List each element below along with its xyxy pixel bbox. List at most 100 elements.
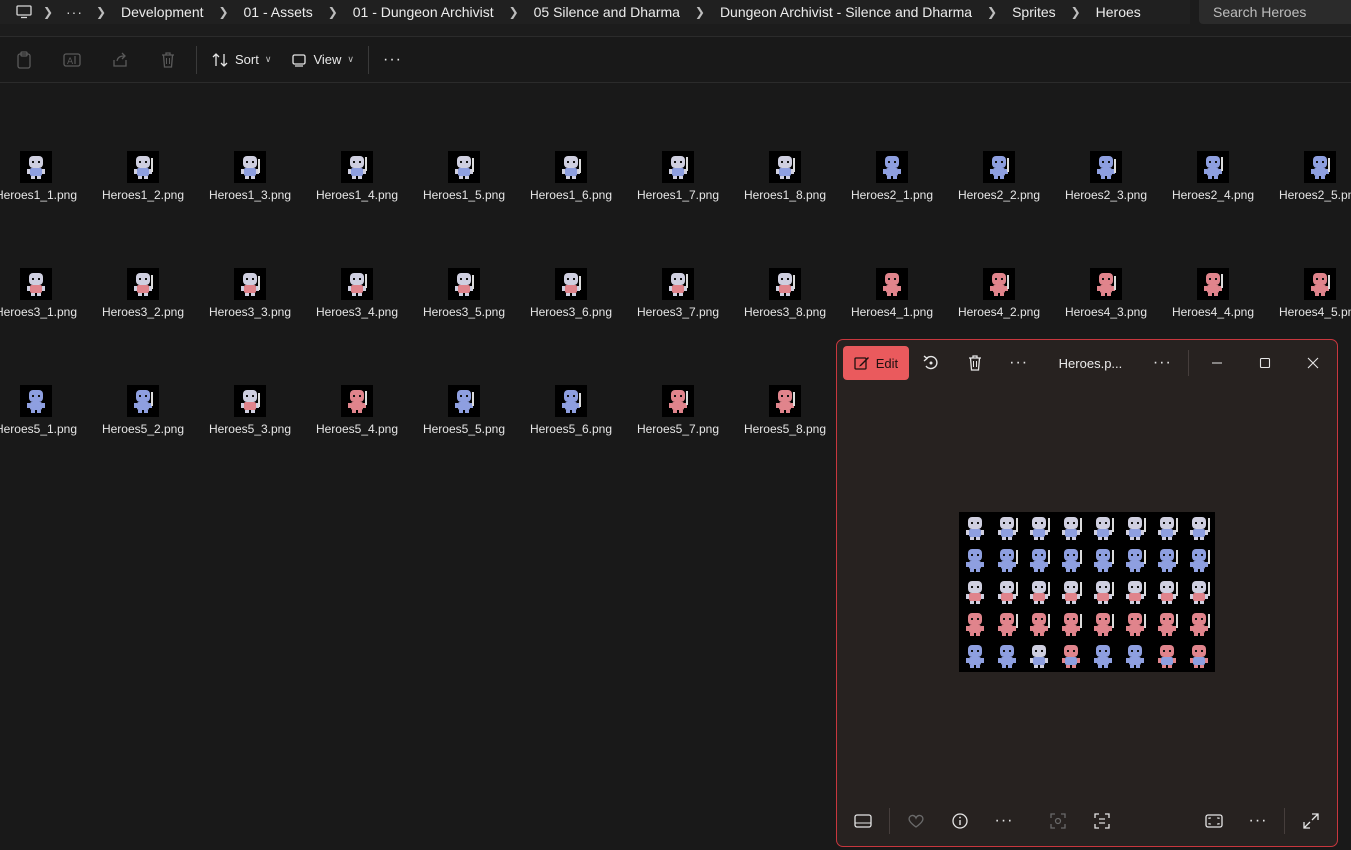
file-thumbnail [448, 151, 480, 183]
maximize-icon[interactable] [1241, 346, 1289, 380]
file-item[interactable]: Heroes3_7.png [630, 268, 726, 338]
file-item[interactable]: Heroes1_4.png [309, 151, 405, 221]
breadcrumb-item-dungeon-archivist-silence[interactable]: Dungeon Archivist - Silence and Dharma [714, 4, 978, 20]
file-item[interactable]: Heroes5_2.png [95, 385, 191, 455]
sort-button[interactable]: Sort ∨ [201, 44, 281, 76]
file-item[interactable]: Heroes3_4.png [309, 268, 405, 338]
view-label: View [313, 52, 342, 67]
file-item[interactable]: Heroes1_1.png [0, 151, 84, 221]
chevron-right-icon[interactable]: ❯ [319, 5, 347, 19]
file-item[interactable]: Heroes2_1.png [844, 151, 940, 221]
file-item[interactable]: Heroes1_8.png [737, 151, 833, 221]
sprite-cell [1094, 581, 1114, 604]
filmstrip-icon[interactable] [841, 801, 885, 841]
file-item[interactable]: Heroes3_8.png [737, 268, 833, 338]
address-bar: ❯ ··· ❯ Development ❯ 01 - Assets ❯ 01 -… [0, 0, 1351, 37]
file-item[interactable]: Heroes3_5.png [416, 268, 512, 338]
rename-icon[interactable]: A [48, 37, 96, 83]
divider [1188, 350, 1190, 376]
sprite-cell [1190, 517, 1210, 540]
sprite-cell [1094, 549, 1114, 572]
file-item[interactable]: Heroes5_3.png [202, 385, 298, 455]
file-item[interactable]: Heroes5_8.png [737, 385, 833, 455]
chevron-right-icon[interactable]: ❯ [978, 5, 1006, 19]
file-item[interactable]: Heroes5_5.png [416, 385, 512, 455]
fit-to-window-icon[interactable] [1192, 801, 1236, 841]
more-options-button[interactable]: ··· [1236, 801, 1280, 841]
file-item[interactable]: Heroes4_5.png [1272, 268, 1351, 338]
file-thumbnail [662, 268, 694, 300]
file-item[interactable]: Heroes2_4.png [1165, 151, 1261, 221]
file-item[interactable]: Heroes1_6.png [523, 151, 619, 221]
delete-icon[interactable] [144, 37, 192, 83]
file-item[interactable]: Heroes5_4.png [309, 385, 405, 455]
file-item[interactable]: Heroes1_3.png [202, 151, 298, 221]
file-item[interactable]: Heroes2_2.png [951, 151, 1047, 221]
breadcrumb-item-heroes[interactable]: Heroes [1090, 4, 1147, 20]
rotate-icon[interactable] [909, 346, 953, 380]
info-icon[interactable] [938, 801, 982, 841]
file-name: Heroes1_6.png [529, 188, 613, 202]
file-item[interactable]: Heroes1_7.png [630, 151, 726, 221]
sort-label: Sort [235, 52, 259, 67]
file-item[interactable]: Heroes4_4.png [1165, 268, 1261, 338]
favorite-heart-icon[interactable] [894, 801, 938, 841]
breadcrumb-item-silence-dharma[interactable]: 05 Silence and Dharma [528, 4, 686, 20]
minimize-icon[interactable] [1193, 346, 1241, 380]
delete-icon[interactable] [953, 346, 997, 380]
file-item[interactable]: Heroes4_3.png [1058, 268, 1154, 338]
file-name: Heroes3_4.png [315, 305, 399, 319]
more-options-button[interactable]: ··· [997, 346, 1041, 380]
file-item[interactable]: Heroes1_5.png [416, 151, 512, 221]
file-item[interactable]: Heroes5_6.png [523, 385, 619, 455]
file-item[interactable]: Heroes3_1.png [0, 268, 84, 338]
share-icon[interactable] [96, 37, 144, 83]
search-input[interactable] [1199, 0, 1351, 24]
file-item[interactable]: Heroes4_1.png [844, 268, 940, 338]
paste-icon[interactable] [0, 37, 48, 83]
file-thumbnail [234, 385, 266, 417]
chevron-right-icon[interactable]: ❯ [87, 5, 115, 19]
sprite-cell [1190, 613, 1210, 636]
breadcrumb-item-sprites[interactable]: Sprites [1006, 4, 1062, 20]
file-thumbnail [662, 385, 694, 417]
chevron-right-icon[interactable]: ❯ [686, 5, 714, 19]
edit-button[interactable]: Edit [843, 346, 909, 380]
view-button[interactable]: View ∨ [281, 44, 364, 76]
full-screen-icon[interactable] [1289, 801, 1333, 841]
chevron-right-icon[interactable]: ❯ [210, 5, 238, 19]
breadcrumb-item-development[interactable]: Development [115, 4, 210, 20]
file-item[interactable]: Heroes3_3.png [202, 268, 298, 338]
title-more-button[interactable]: ··· [1140, 346, 1184, 380]
scan-text-icon[interactable] [1080, 801, 1124, 841]
file-name: Heroes3_8.png [743, 305, 827, 319]
file-item[interactable]: Heroes3_6.png [523, 268, 619, 338]
computer-icon[interactable] [14, 4, 34, 20]
more-options-button[interactable]: ··· [373, 44, 412, 76]
sprite-cell [1094, 645, 1112, 668]
chevron-right-icon[interactable]: ❯ [500, 5, 528, 19]
file-item[interactable]: Heroes5_7.png [630, 385, 726, 455]
more-options-button[interactable]: ··· [982, 801, 1026, 841]
breadcrumb: ❯ ··· ❯ Development ❯ 01 - Assets ❯ 01 -… [0, 0, 1190, 24]
breadcrumb-item-dungeon-archivist[interactable]: 01 - Dungeon Archivist [347, 4, 500, 20]
file-name: Heroes1_2.png [101, 188, 185, 202]
breadcrumb-overflow[interactable]: ··· [62, 4, 87, 20]
sprite-cell [1030, 517, 1050, 540]
file-item[interactable]: Heroes5_1.png [0, 385, 84, 455]
sprite-cell [1190, 581, 1210, 604]
file-item[interactable]: Heroes2_5.png [1272, 151, 1351, 221]
file-item[interactable]: Heroes2_3.png [1058, 151, 1154, 221]
file-item[interactable]: Heroes4_2.png [951, 268, 1047, 338]
visual-search-icon[interactable] [1036, 801, 1080, 841]
file-item[interactable]: Heroes1_2.png [95, 151, 191, 221]
search-box[interactable] [1199, 0, 1351, 24]
file-thumbnail [769, 151, 801, 183]
file-item[interactable]: Heroes3_2.png [95, 268, 191, 338]
close-icon[interactable] [1289, 346, 1337, 380]
chevron-right-icon[interactable]: ❯ [34, 5, 62, 19]
sprite-cell [966, 645, 984, 668]
chevron-right-icon[interactable]: ❯ [1062, 5, 1090, 19]
breadcrumb-item-assets[interactable]: 01 - Assets [238, 4, 319, 20]
sprite-cell [1062, 517, 1082, 540]
